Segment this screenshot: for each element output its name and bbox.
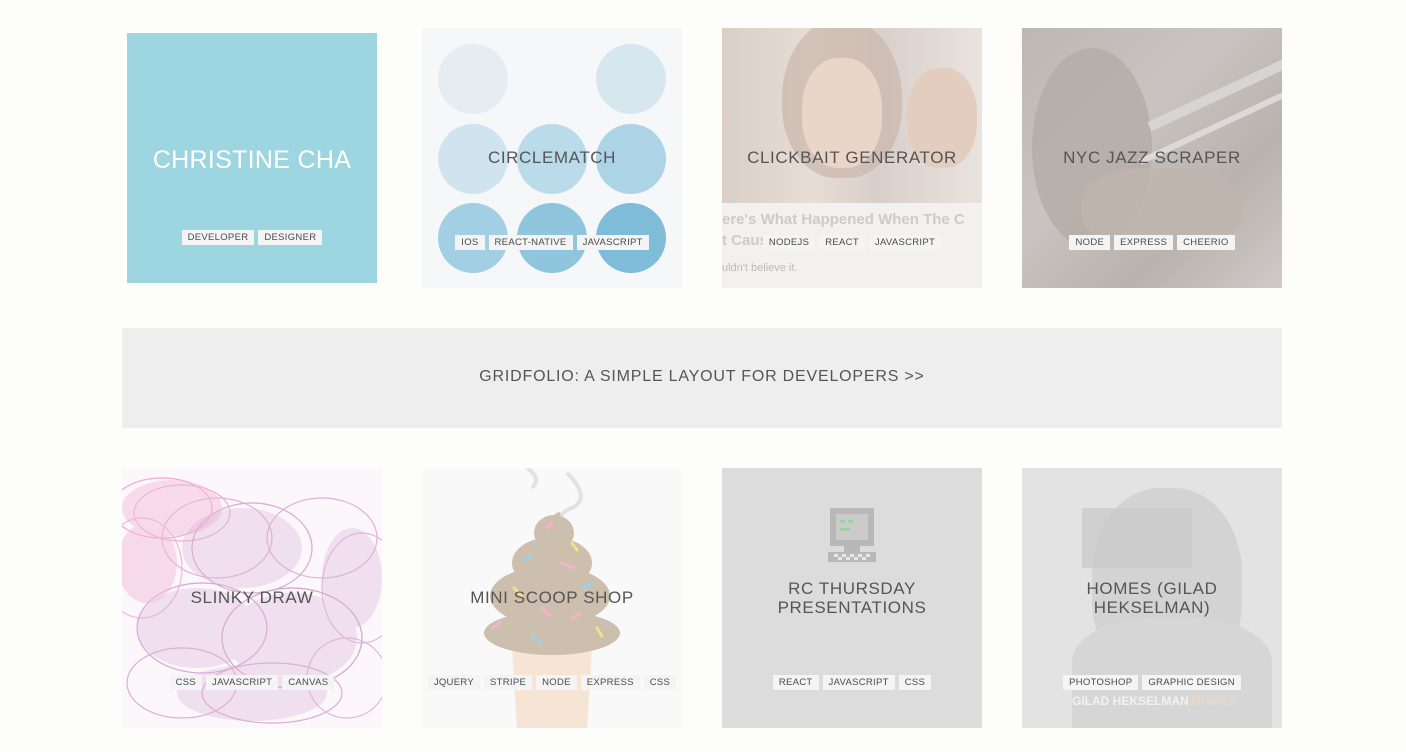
tag: REACT-NATIVE [488, 235, 573, 250]
tag: GRAPHIC DESIGN [1142, 675, 1241, 690]
tag: EXPRESS [580, 675, 640, 690]
project-tile-slinky-draw[interactable]: SLINKY DRAW CSS JAVASCRIPT CANVAS [122, 468, 382, 728]
project-title: CLICKBAIT GENERATOR [747, 148, 957, 167]
tag: NODE [1069, 235, 1111, 250]
album-artist-text: GILAD HEKSELMAN [1072, 694, 1189, 708]
tag-list: JQUERY STRIPE NODE EXPRESS CSS [422, 675, 682, 690]
tag-list: IOS REACT-NATIVE JAVASCRIPT [422, 235, 682, 250]
tag: STRIPE [483, 675, 533, 690]
project-title-line: PRESENTATIONS [777, 598, 927, 617]
background-headline: ere's What Happened When The C [722, 211, 965, 228]
project-title-line: HEKSELMAN) [1093, 598, 1211, 617]
tag: JAVASCRIPT [576, 235, 649, 250]
tag: CHEERIO [1177, 235, 1235, 250]
tag: CANVAS [282, 675, 335, 690]
project-tile-nyc-jazz-scraper[interactable]: NYC JAZZ SCRAPER NODE EXPRESS CHEERIO [1022, 28, 1282, 288]
tag: NODE [536, 675, 577, 690]
banner-label: GRIDFOLIO: A SIMPLE LAYOUT FOR DEVELOPER… [479, 368, 925, 385]
tag: JAVASCRIPT [868, 235, 942, 250]
tag: CSS [898, 675, 932, 690]
tag: IOS [455, 235, 485, 250]
project-title: NYC JAZZ SCRAPER [1063, 148, 1241, 167]
project-title-line: RC THURSDAY [788, 579, 916, 598]
tag: NODEJS [762, 235, 816, 250]
tag-list: REACT JAVASCRIPT CSS [722, 675, 982, 690]
tag: REACT [772, 675, 819, 690]
project-title: MINI SCOOP SHOP [470, 588, 634, 607]
gridfolio-banner-link[interactable]: GRIDFOLIO: A SIMPLE LAYOUT FOR DEVELOPER… [122, 328, 1282, 428]
intro-tile[interactable]: CHRISTINE CHA DEVELOPER DESIGNER [127, 33, 377, 283]
tag-list: NODE EXPRESS CHEERIO [1022, 235, 1282, 250]
tag: JAVASCRIPT [822, 675, 895, 690]
tag-list: DEVELOPER DESIGNER [127, 230, 377, 245]
tag: DESIGNER [258, 230, 323, 245]
tag: REACT [819, 235, 865, 250]
project-tile-circlematch[interactable]: CIRCLEMATCH IOS REACT-NATIVE JAVASCRIPT [422, 28, 682, 288]
tag: DEVELOPER [181, 230, 255, 245]
tag: JAVASCRIPT [206, 675, 279, 690]
project-title: RC THURSDAY PRESENTATIONS [722, 579, 982, 617]
tag: PHOTOSHOP [1063, 675, 1139, 690]
tag-list: NODEJS REACT JAVASCRIPT [722, 235, 982, 250]
tag-list: CSS JAVASCRIPT CANVAS [122, 675, 382, 690]
tag: CSS [169, 675, 203, 690]
tag-list: PHOTOSHOP GRAPHIC DESIGN [1022, 675, 1282, 690]
project-title: HOMES (GILAD HEKSELMAN) [1022, 579, 1282, 617]
project-title: CIRCLEMATCH [487, 148, 617, 167]
project-tile-clickbait-generator[interactable]: ere's What Happened When The C t Caus ul… [722, 28, 982, 288]
album-title-text: HOMES [1192, 694, 1237, 708]
project-tile-homes-gilad-hekselman[interactable]: GILAD HEKSELMAN HOMES HOMES (GILAD HEKSE… [1022, 468, 1282, 728]
project-tile-rc-thursday-presentations[interactable]: RC THURSDAY PRESENTATIONS REACT JAVASCRIP… [722, 468, 982, 728]
project-title-line: HOMES (GILAD [1086, 579, 1218, 598]
intro-title: CHRISTINE CHA [152, 146, 352, 174]
tag: JQUERY [427, 675, 480, 690]
background-caption: uldn't believe it. [722, 262, 798, 274]
project-title: SLINKY DRAW [190, 588, 314, 607]
project-tile-mini-scoop-shop[interactable]: MINI SCOOP SHOP JQUERY STRIPE NODE EXPRESS C… [422, 468, 682, 728]
tag: CSS [643, 675, 677, 690]
tag: EXPRESS [1114, 235, 1174, 250]
